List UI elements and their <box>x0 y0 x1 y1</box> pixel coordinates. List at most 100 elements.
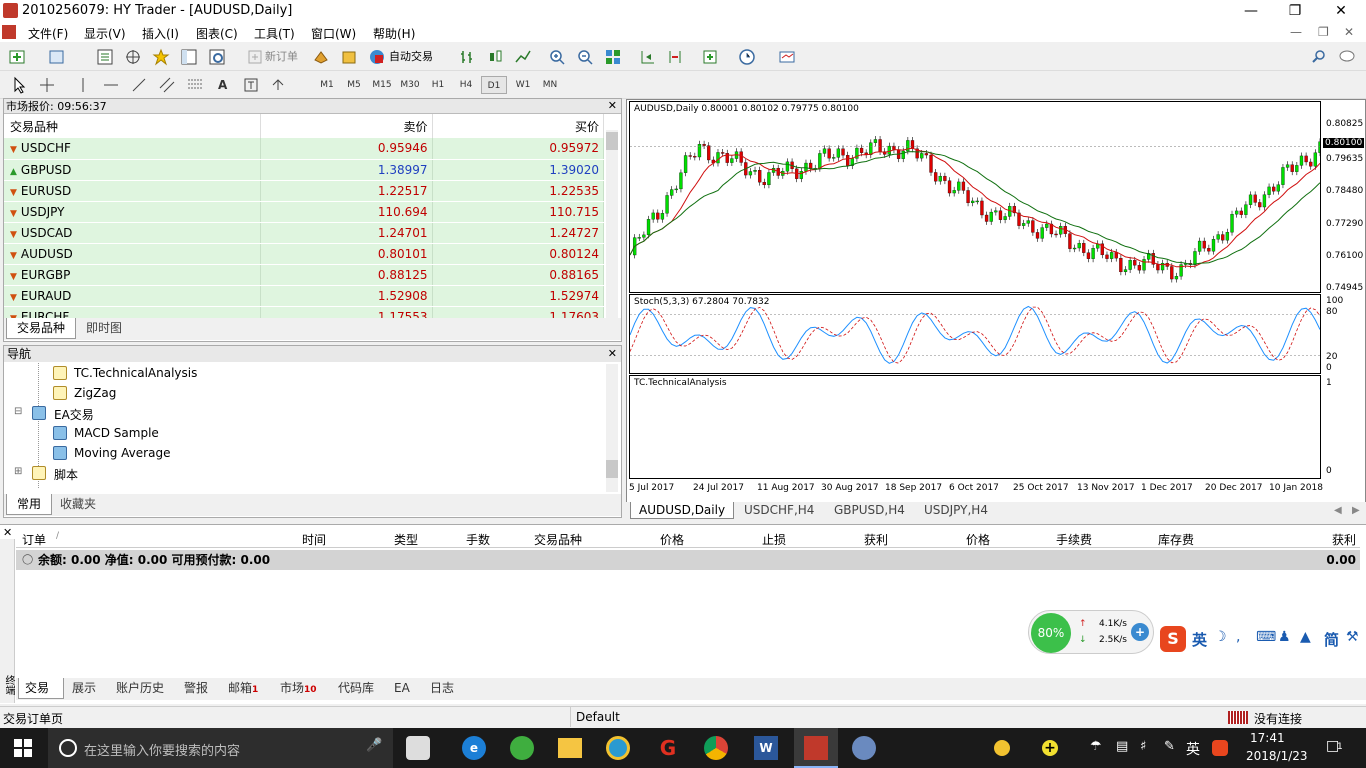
zoom-out-icon[interactable] <box>576 48 594 66</box>
symbol-cell[interactable]: ▼ USDJPY <box>4 201 261 223</box>
metaeditor-icon[interactable] <box>312 48 330 66</box>
search-icon[interactable] <box>1310 48 1328 66</box>
tab-alerts[interactable]: 警报 <box>184 678 208 699</box>
strategy-tester-icon[interactable] <box>208 48 226 66</box>
quote-row[interactable]: ▲ GBPUSD 1.38997 1.39020 <box>4 159 604 181</box>
file-explorer-icon[interactable] <box>558 738 582 758</box>
keyboard-icon[interactable]: ⌨ <box>1256 629 1276 645</box>
minimize-button[interactable]: — <box>1228 0 1274 22</box>
col-type[interactable]: 类型 <box>394 531 418 548</box>
qq-browser-icon[interactable] <box>606 736 630 760</box>
quote-row[interactable]: ▼ AUDUSD 0.80101 0.80124 <box>4 243 604 265</box>
chrome-icon[interactable] <box>704 736 728 760</box>
timeframe-m5[interactable]: M5 <box>341 76 367 94</box>
close-panel-icon[interactable]: ✕ <box>608 99 617 112</box>
price-chart[interactable] <box>630 102 1320 292</box>
timeframe-h4[interactable]: H4 <box>453 76 479 94</box>
new-order-icon[interactable] <box>246 48 264 66</box>
chart-window[interactable]: AUDUSD,Daily 0.80001 0.80102 0.79775 0.8… <box>626 99 1366 520</box>
tab-common[interactable]: 常用 <box>6 494 53 515</box>
col-commission[interactable]: 手续费 <box>1056 531 1092 548</box>
quote-row[interactable]: ▼ USDJPY 110.694 110.715 <box>4 201 604 223</box>
settings-wrench-icon[interactable]: ⚒ <box>1346 629 1359 645</box>
menu-insert[interactable]: 插入(I) <box>142 25 179 42</box>
tab-account-history[interactable]: 账户历史 <box>116 678 164 699</box>
profiles-icon[interactable] <box>48 48 66 66</box>
zoom-in-icon[interactable] <box>548 48 566 66</box>
scroll-right-icon[interactable]: ▶ <box>1344 502 1366 519</box>
quote-row[interactable]: ▼ EURUSD 1.22517 1.22535 <box>4 180 604 202</box>
data-window-icon[interactable] <box>124 48 142 66</box>
microphone-icon[interactable]: 🎤 <box>366 738 382 753</box>
tab-mailbox[interactable]: 邮箱1 <box>228 678 258 699</box>
new-chart-icon[interactable] <box>8 48 26 66</box>
collapse-icon[interactable]: ⊟ <box>14 406 22 417</box>
quote-row[interactable]: ▼ EURGBP 0.88125 0.88165 <box>4 264 604 286</box>
tray-app-icon[interactable] <box>994 740 1010 756</box>
hy-trader-taskbar-button[interactable] <box>794 728 838 768</box>
tray-language[interactable]: 英 <box>1186 739 1200 759</box>
quote-row[interactable]: ▼ USDCHF 0.95946 0.95972 <box>4 138 604 160</box>
col-price[interactable]: 价格 <box>660 531 684 548</box>
candlesticks-icon[interactable] <box>486 48 504 66</box>
close-panel-icon[interactable]: ✕ <box>608 347 617 360</box>
tray-security-icon[interactable]: ☂ <box>1090 739 1102 754</box>
horizontal-line-icon[interactable] <box>102 76 120 94</box>
equidistant-channel-icon[interactable] <box>158 76 176 94</box>
skin-icon[interactable]: ▲ <box>1300 629 1311 645</box>
nav-item-tc-technical-analysis[interactable]: TC.TechnicalAnalysis <box>74 366 197 380</box>
task-view-icon[interactable] <box>406 736 430 760</box>
timeframe-mn[interactable]: MN <box>537 76 563 94</box>
chart-tab-usdchf-h4[interactable]: USDCHF,H4 <box>736 502 822 519</box>
trendline-icon[interactable] <box>130 76 148 94</box>
timeframe-d1[interactable]: D1 <box>481 76 507 94</box>
expand-icon[interactable]: ⊞ <box>14 466 22 477</box>
tray-network-icon[interactable]: ▤ <box>1116 739 1128 754</box>
col-symbol[interactable]: 交易品种 <box>4 114 261 138</box>
menu-view[interactable]: 显示(V) <box>84 25 126 42</box>
tab-experts[interactable]: EA <box>394 678 410 699</box>
auto-scroll-icon[interactable] <box>666 48 684 66</box>
maximize-button[interactable]: ❐ <box>1272 0 1318 22</box>
tray-volume-icon[interactable]: ♯ <box>1140 739 1146 754</box>
col-ask[interactable]: 买价 <box>432 114 604 138</box>
cursor-icon[interactable] <box>10 76 28 94</box>
tray-sogou-icon[interactable] <box>1212 740 1228 756</box>
terminal-icon[interactable] <box>180 48 198 66</box>
nav-item-expert-advisors[interactable]: EA交易 <box>54 406 94 423</box>
child-minimize-button[interactable]: — <box>1290 25 1302 39</box>
ime-toolbar[interactable]: S 英 ☽ , ⌨ ♟ ▲ 简 ⚒ <box>1160 624 1365 654</box>
navigator-icon[interactable] <box>152 48 170 66</box>
tile-windows-icon[interactable] <box>604 48 622 66</box>
timeframe-m30[interactable]: M30 <box>397 76 423 94</box>
fibonacci-icon[interactable] <box>186 76 204 94</box>
chart-tab-audusd-daily[interactable]: AUDUSD,Daily <box>630 502 735 519</box>
menu-file[interactable]: 文件(F) <box>28 25 68 42</box>
tab-exposure[interactable]: 展示 <box>72 678 96 699</box>
crosshair-icon[interactable] <box>38 76 56 94</box>
tab-favorites[interactable]: 收藏夹 <box>50 494 106 515</box>
col-symbol[interactable]: 交易品种 <box>534 531 582 548</box>
market-watch-icon[interactable] <box>96 48 114 66</box>
menu-tools[interactable]: 工具(T) <box>254 25 295 42</box>
text-tool-icon[interactable]: A <box>218 75 227 95</box>
tab-code-base[interactable]: 代码库 <box>338 678 374 699</box>
chart-tab-gbpusd-h4[interactable]: GBPUSD,H4 <box>826 502 913 519</box>
browser-360-icon[interactable] <box>510 736 534 760</box>
bar-chart-icon[interactable] <box>458 48 476 66</box>
col-current-price[interactable]: 价格 <box>966 531 990 548</box>
symbol-cell[interactable]: ▼ EURUSD <box>4 180 261 202</box>
vertical-line-icon[interactable] <box>74 76 92 94</box>
market-icon[interactable] <box>340 48 358 66</box>
symbol-cell[interactable]: ▼ EURGBP <box>4 264 261 286</box>
close-button[interactable]: ✕ <box>1318 0 1364 22</box>
nav-item-zigzag[interactable]: ZigZag <box>74 386 116 400</box>
user-icon[interactable]: ♟ <box>1278 629 1291 645</box>
auto-trading-icon[interactable] <box>368 48 386 66</box>
symbol-cell[interactable]: ▼ AUDUSD <box>4 243 261 265</box>
tab-symbols[interactable]: 交易品种 <box>6 318 77 339</box>
templates-icon[interactable] <box>778 48 796 66</box>
simplified-chinese-toggle[interactable]: 简 <box>1324 629 1339 650</box>
child-close-button[interactable]: ✕ <box>1344 25 1354 39</box>
tray-plus-icon[interactable]: + <box>1042 740 1058 756</box>
